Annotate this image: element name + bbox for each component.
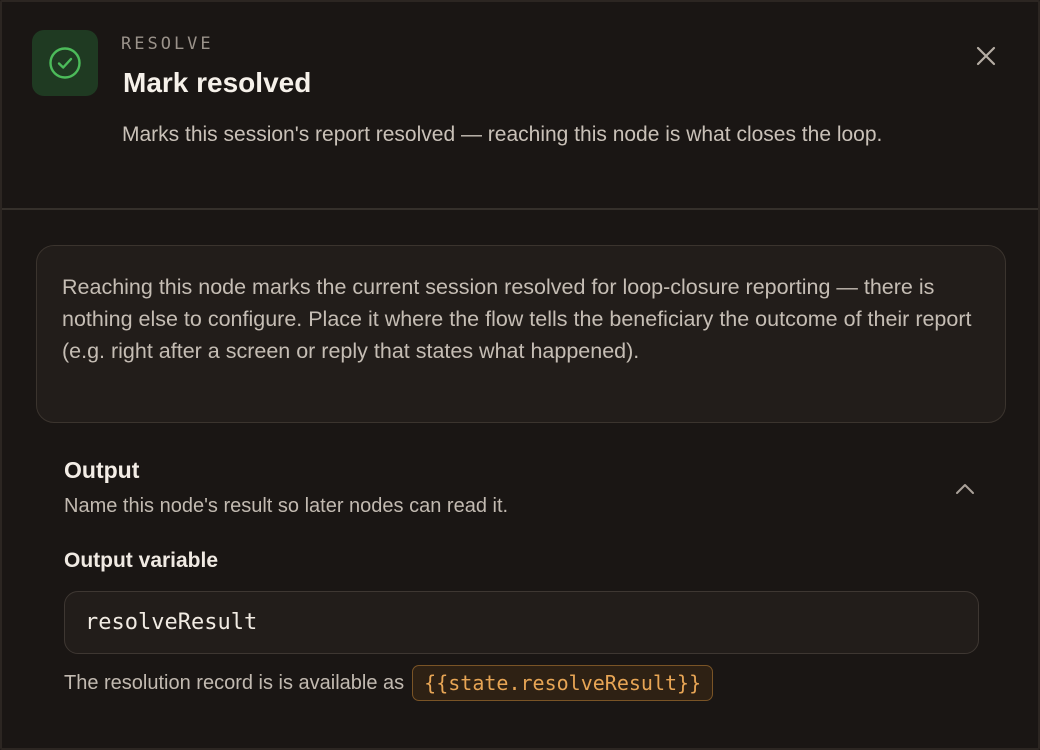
output-variable-label: Output variable bbox=[64, 549, 219, 572]
info-callout: Reaching this node marks the current ses… bbox=[36, 245, 1006, 423]
info-text: Reaching this node marks the current ses… bbox=[62, 275, 972, 363]
collapse-output-button[interactable] bbox=[950, 474, 980, 504]
output-section-description: Name this node's result so later nodes c… bbox=[64, 495, 509, 517]
hint-text: The resolution record is is available as bbox=[64, 671, 405, 694]
panel-header: RESOLVE Mark resolved Marks this session… bbox=[2, 2, 1038, 210]
node-kind-label: RESOLVE bbox=[121, 34, 214, 54]
output-variable-input[interactable] bbox=[64, 591, 979, 654]
output-section-title: Output bbox=[64, 457, 140, 483]
check-circle-icon bbox=[32, 30, 98, 96]
close-button[interactable] bbox=[972, 42, 1000, 70]
node-config-panel: RESOLVE Mark resolved Marks this session… bbox=[0, 0, 1040, 750]
state-variable-chip[interactable]: {{state.resolveResult}} bbox=[412, 665, 714, 701]
output-hint: The resolution record is is available as… bbox=[64, 665, 714, 701]
close-icon bbox=[976, 46, 996, 66]
chevron-up-icon bbox=[956, 484, 974, 494]
panel-title: Mark resolved bbox=[123, 67, 312, 98]
panel-subtitle: Marks this session's report resolved — r… bbox=[122, 123, 883, 146]
